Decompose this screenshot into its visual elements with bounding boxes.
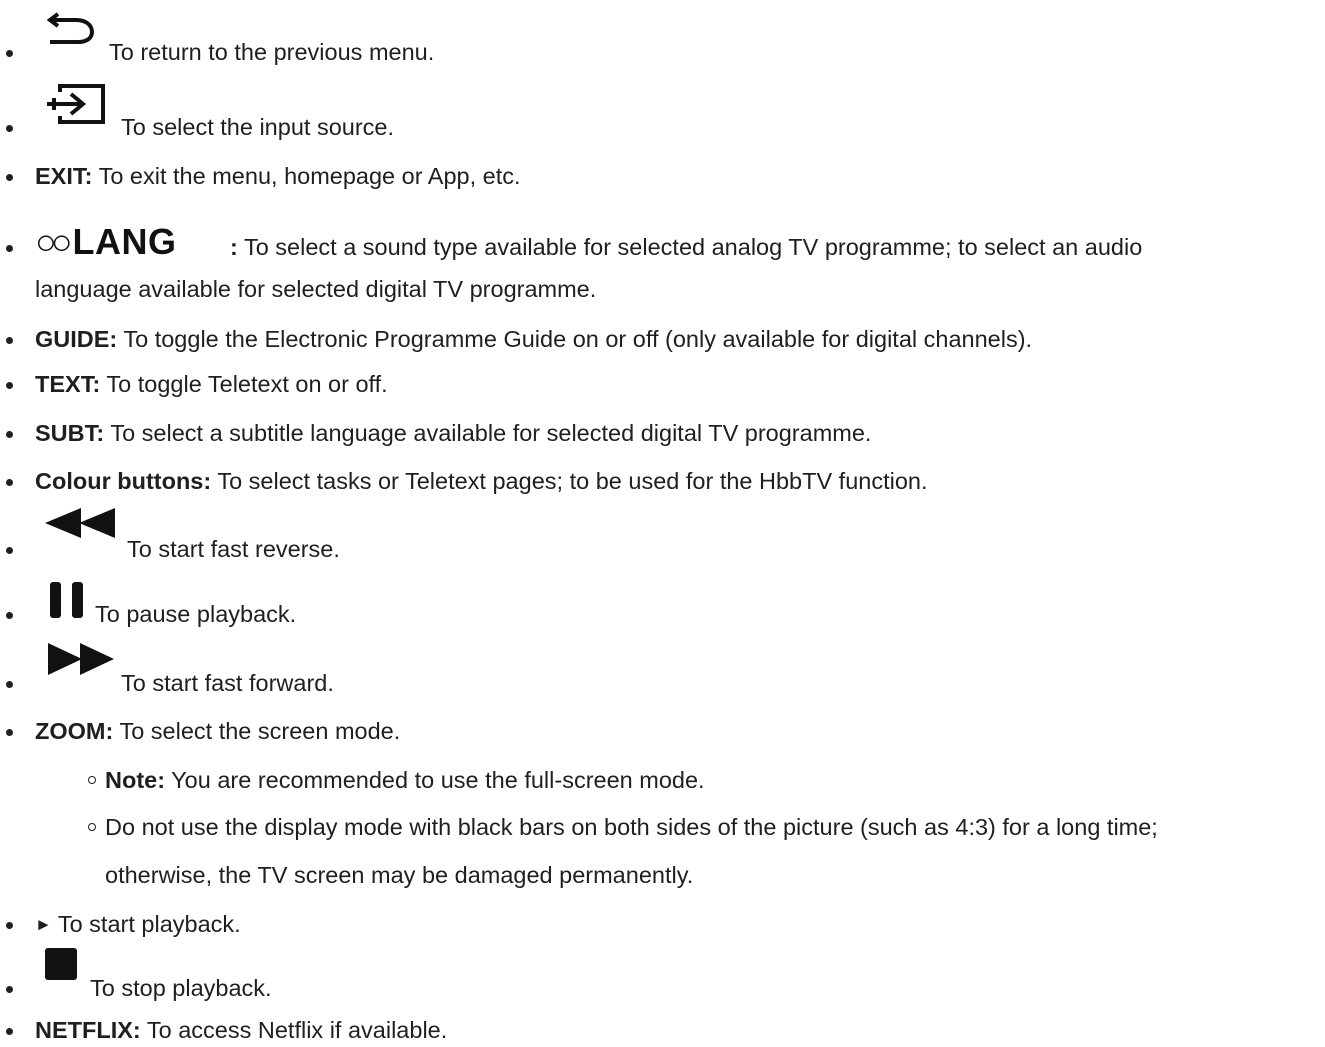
fast-reverse-icon xyxy=(45,508,115,538)
note-label: Note: xyxy=(105,767,166,793)
list-item-return: To return to the previous menu. xyxy=(0,12,1325,69)
input-text: To select the input source. xyxy=(121,114,395,140)
exit-label: EXIT: xyxy=(35,163,93,189)
bullet xyxy=(6,681,13,688)
netflix-text: To access Netflix if available. xyxy=(146,1017,448,1043)
bullet xyxy=(6,337,13,344)
list-item-stop: To stop playback. xyxy=(0,948,1325,1005)
list-item-input: To select the input source. xyxy=(0,84,1325,144)
play-icon: ► xyxy=(35,915,52,934)
list-item-colour-buttons: Colour buttons: To select tasks or Telet… xyxy=(0,464,1325,498)
list-item-fast-reverse: To start fast reverse. xyxy=(0,508,1325,566)
lang-button-icon: ○○ LANG xyxy=(35,221,177,262)
zoom-label: ZOOM: xyxy=(35,718,114,744)
fast-reverse-text: To start fast reverse. xyxy=(127,536,340,562)
list-item-exit: EXIT: To exit the menu, homepage or App,… xyxy=(0,159,1325,193)
play-text: To start playback. xyxy=(57,911,241,937)
stop-icon xyxy=(45,948,77,980)
lang-colon: : xyxy=(230,234,238,260)
bullet xyxy=(6,245,13,252)
bullet xyxy=(6,431,13,438)
guide-label: GUIDE: xyxy=(35,326,118,352)
list-item-pause: To pause playback. xyxy=(0,582,1325,631)
input-source-icon xyxy=(47,84,105,124)
list-item-lang: ○○ LANG : To select a sound type availabl… xyxy=(0,222,1325,264)
bullet xyxy=(6,382,13,389)
lang-text: To select a sound type available for sel… xyxy=(243,234,1143,260)
text-label: TEXT: xyxy=(35,371,101,397)
pause-icon xyxy=(50,582,83,618)
sub-bullet xyxy=(88,823,96,831)
list-item-play: ► To start playback. xyxy=(0,907,1325,941)
return-text: To return to the previous menu. xyxy=(109,39,435,65)
bullet xyxy=(6,50,13,57)
list-item-text: TEXT: To toggle Teletext on or off. xyxy=(0,367,1325,401)
colour-buttons-text: To select tasks or Teletext pages; to be… xyxy=(217,468,928,494)
list-item-zoom: ZOOM: To select the screen mode. xyxy=(0,714,1325,748)
bullet xyxy=(6,547,13,554)
sub-item-note: Note: You are recommended to use the ful… xyxy=(0,763,1325,797)
netflix-label: NETFLIX: xyxy=(35,1017,141,1043)
bullet xyxy=(6,174,13,181)
sub-item-warning: Do not use the display mode with black b… xyxy=(0,810,1325,844)
warning-text-continued: otherwise, the TV screen may be damaged … xyxy=(105,862,694,888)
bullet xyxy=(6,986,13,993)
list-item-guide: GUIDE: To toggle the Electronic Programm… xyxy=(0,322,1325,356)
list-item-fast-forward: To start fast forward. xyxy=(0,643,1325,700)
bullet xyxy=(6,1028,13,1035)
dual-circle-icon: ○○ xyxy=(35,221,72,262)
guide-text: To toggle the Electronic Programme Guide… xyxy=(123,326,1033,352)
return-arrow-icon xyxy=(46,12,95,44)
fast-forward-text: To start fast forward. xyxy=(121,670,334,696)
list-item-netflix: NETFLIX: To access Netflix if available. xyxy=(0,1013,1325,1047)
subt-label: SUBT: xyxy=(35,420,105,446)
bullet xyxy=(6,729,13,736)
note-text: You are recommended to use the full-scre… xyxy=(171,767,705,793)
sub-bullet xyxy=(88,776,96,784)
warning-text: Do not use the display mode with black b… xyxy=(105,814,1158,840)
list-item-subt: SUBT: To select a subtitle language avai… xyxy=(0,416,1325,450)
bullet xyxy=(6,479,13,486)
pause-text: To pause playback. xyxy=(95,601,297,627)
bullet xyxy=(6,125,13,132)
exit-text: To exit the menu, homepage or App, etc. xyxy=(98,163,521,189)
bullet xyxy=(6,922,13,929)
fast-forward-icon xyxy=(48,643,114,675)
stop-text: To stop playback. xyxy=(90,975,272,1001)
lang-text-continued: language available for selected digital … xyxy=(35,276,597,302)
subt-text: To select a subtitle language available … xyxy=(110,420,872,446)
text-description: To toggle Teletext on or off. xyxy=(106,371,388,397)
zoom-text: To select the screen mode. xyxy=(119,718,401,744)
colour-buttons-label: Colour buttons: xyxy=(35,468,212,494)
bullet xyxy=(6,612,13,619)
